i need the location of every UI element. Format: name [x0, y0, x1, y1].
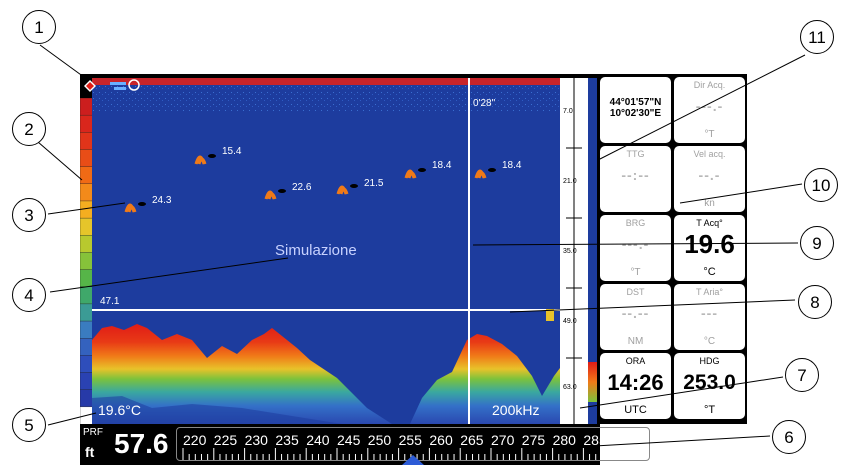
- callout-8: 8: [798, 285, 832, 319]
- callout-3: 3: [12, 198, 46, 232]
- callout-9: 9: [800, 226, 834, 260]
- callout-5: 5: [12, 408, 46, 442]
- callout-1: 1: [22, 10, 56, 44]
- callout-10: 10: [804, 168, 838, 202]
- callout-11: 11: [800, 20, 834, 54]
- callout-6: 6: [772, 420, 806, 454]
- callout-4: 4: [12, 278, 46, 312]
- callout-7: 7: [785, 358, 819, 392]
- callout-leaders: [37, 44, 806, 449]
- callout-2: 2: [12, 112, 46, 146]
